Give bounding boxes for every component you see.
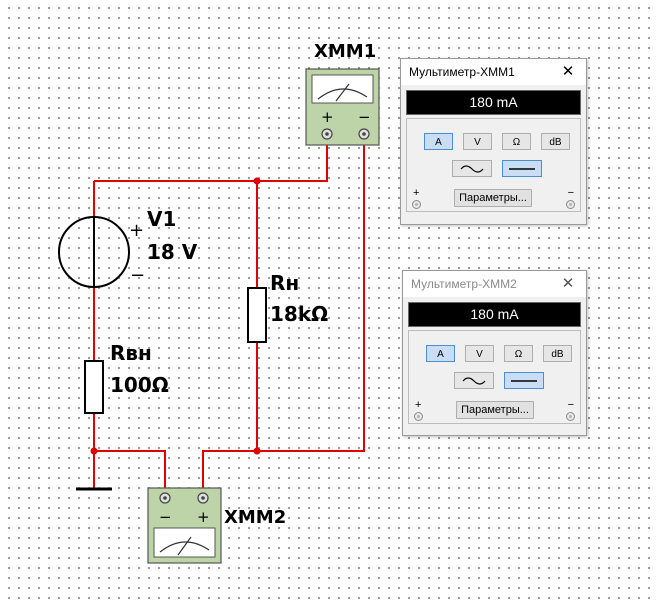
ac-wave-button[interactable]	[452, 160, 492, 177]
window-title: Мультиметр-XMM1	[409, 65, 515, 79]
mode-db-button[interactable]: dB	[541, 133, 570, 150]
wire-top	[94, 143, 328, 182]
xmm2-label: XMM2	[224, 507, 286, 528]
junction-dot	[90, 447, 98, 455]
dc-line-button[interactable]	[504, 372, 544, 389]
plus-terminal-sign: +	[415, 399, 422, 411]
dc-line-icon	[509, 168, 535, 171]
junction-dot	[253, 447, 261, 455]
ac-wave-button[interactable]	[454, 372, 494, 389]
multimeter-xmm1-symbol[interactable]	[305, 68, 380, 146]
source-plus-sign: +	[129, 220, 144, 241]
mode-amp-button[interactable]: A	[426, 345, 455, 362]
minus-terminal[interactable]	[566, 200, 575, 209]
reading-display: 180 mA	[408, 302, 581, 327]
reading-display: 180 mA	[406, 90, 581, 115]
minus-terminal-sign: −	[567, 399, 574, 411]
window-title: Мультиметр-XMM2	[411, 277, 517, 291]
plus-terminal[interactable]	[414, 412, 423, 421]
minus-terminal[interactable]	[566, 412, 575, 421]
dc-line-icon	[511, 380, 537, 383]
minus-terminal-sign: −	[567, 187, 574, 199]
mode-volt-button[interactable]: V	[465, 345, 494, 362]
close-icon[interactable]: ✕	[560, 59, 576, 85]
mode-ohm-button[interactable]: Ω	[502, 133, 531, 150]
resistor-rvn[interactable]	[84, 360, 104, 414]
close-icon[interactable]: ✕	[560, 271, 576, 297]
rvn-value: 100Ω	[110, 373, 169, 397]
xmm2-minus-sign: −	[159, 508, 172, 526]
multimeter-xmm1-window[interactable]: Мультиметр-XMM1 ✕ 180 mA A V Ω dB + − Па…	[400, 58, 587, 225]
plus-terminal[interactable]	[412, 200, 421, 209]
sine-wave-icon	[462, 377, 486, 385]
plus-terminal-sign: +	[413, 187, 420, 199]
control-panel: A V Ω dB + − Параметры...	[408, 330, 581, 424]
sine-wave-icon	[460, 165, 484, 173]
parameters-button[interactable]: Параметры...	[456, 401, 534, 419]
resistor-rn[interactable]	[247, 287, 267, 343]
dc-line-button[interactable]	[502, 160, 542, 177]
control-panel: A V Ω dB + − Параметры...	[406, 118, 581, 212]
voltage-source-v1[interactable]	[58, 216, 130, 288]
parameters-button[interactable]: Параметры...	[454, 189, 532, 207]
multimeter-xmm2-window[interactable]: Мультиметр-XMM2 ✕ 180 mA A V Ω dB + − Па…	[402, 270, 587, 436]
mode-amp-button[interactable]: A	[424, 133, 453, 150]
xmm1-minus-sign: −	[358, 108, 371, 126]
source-value: 18 V	[147, 240, 198, 264]
mode-volt-button[interactable]: V	[463, 133, 492, 150]
xmm1-plus-sign: +	[321, 108, 334, 126]
source-minus-sign: −	[130, 265, 145, 286]
xmm1-label: XMM1	[314, 41, 376, 62]
rn-value: 18kΩ	[270, 302, 328, 326]
rn-name: Rн	[270, 271, 299, 295]
mode-db-button[interactable]: dB	[543, 345, 572, 362]
window-title-bar[interactable]: Мультиметр-XMM2 ✕	[403, 271, 586, 297]
window-title-bar[interactable]: Мультиметр-XMM1 ✕	[401, 59, 586, 85]
source-name: V1	[147, 207, 176, 231]
junction-dot	[253, 177, 261, 185]
wire-xmm2-minus	[94, 450, 166, 490]
xmm2-plus-sign: +	[197, 508, 210, 526]
rvn-name: Rвн	[110, 341, 152, 365]
mode-ohm-button[interactable]: Ω	[504, 345, 533, 362]
